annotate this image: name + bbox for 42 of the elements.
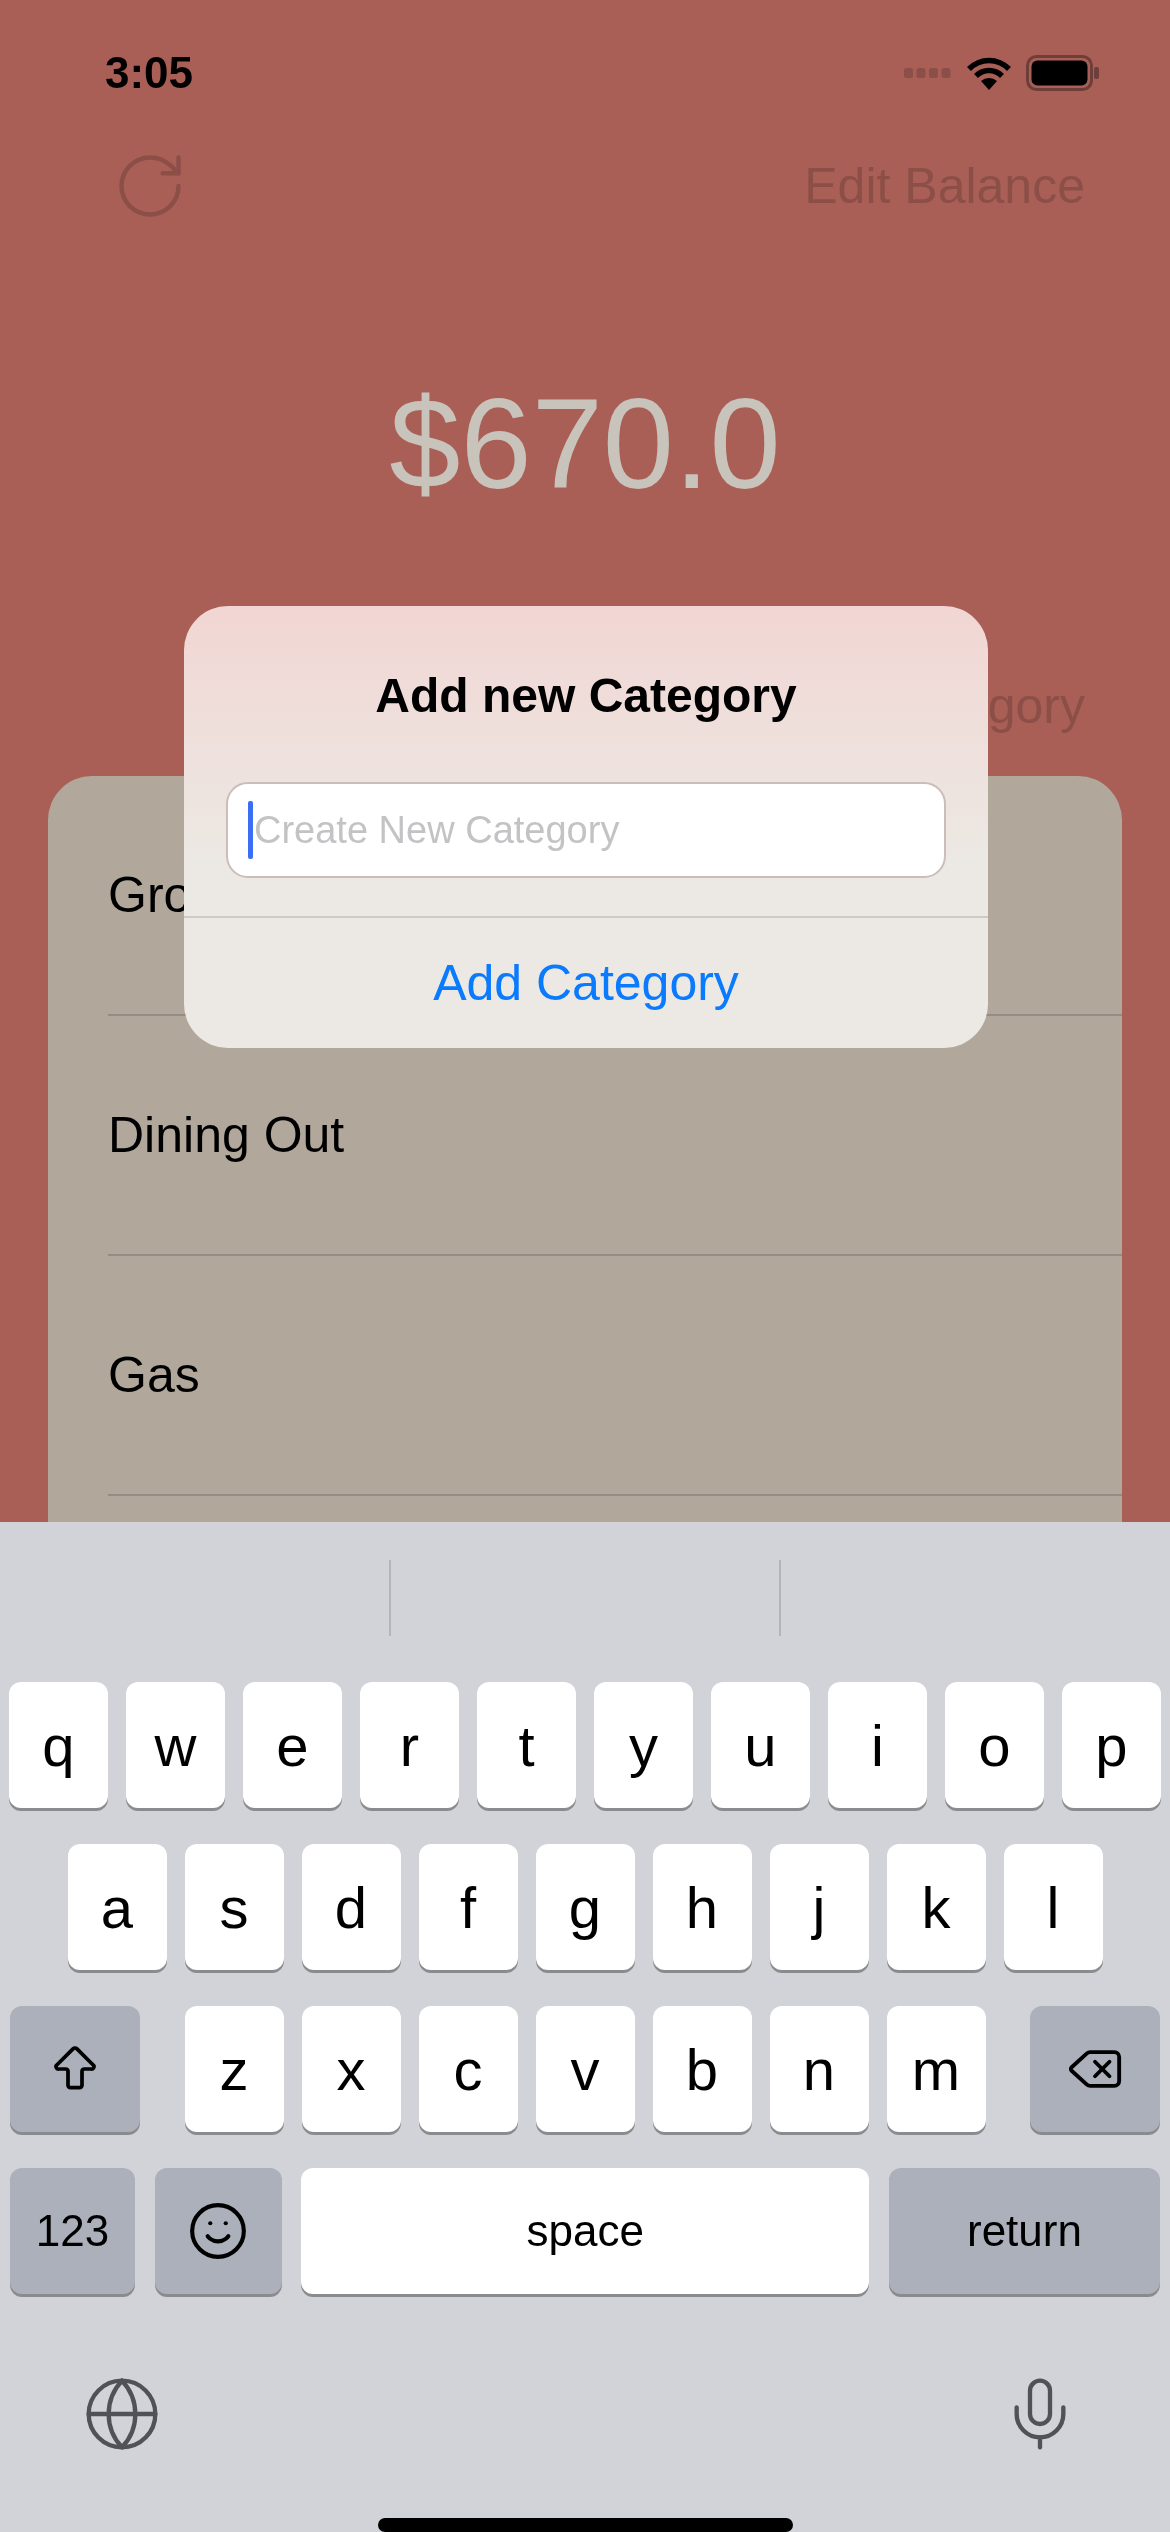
category-name[interactable]: Dining Out: [108, 1106, 345, 1164]
letter-key[interactable]: o: [945, 1682, 1044, 1808]
dialog-title: Add new Category: [375, 668, 797, 724]
letter-key[interactable]: s: [184, 1844, 284, 1970]
numbers-key[interactable]: 123: [10, 2168, 135, 2294]
letter-key[interactable]: k: [886, 1844, 986, 1970]
space-key[interactable]: space: [301, 2168, 870, 2294]
signal-dots-icon: [904, 67, 952, 79]
category-input-field[interactable]: Create New Category: [226, 782, 946, 878]
letter-key[interactable]: e: [243, 1682, 342, 1808]
balance-amount: $670.0: [388, 371, 782, 517]
letter-key[interactable]: w: [126, 1682, 225, 1808]
letter-key[interactable]: c: [418, 2006, 518, 2132]
letter-key[interactable]: q: [9, 1682, 108, 1808]
letter-key[interactable]: g: [535, 1844, 635, 1970]
emoji-key[interactable]: [154, 2168, 282, 2294]
letter-key[interactable]: r: [360, 1682, 459, 1808]
letter-key[interactable]: m: [886, 2006, 986, 2132]
status-time: 3:05: [105, 48, 194, 98]
letter-key[interactable]: p: [1062, 1682, 1161, 1808]
letter-key[interactable]: y: [594, 1682, 693, 1808]
letter-key[interactable]: u: [711, 1682, 810, 1808]
shift-key[interactable]: [10, 2006, 140, 2132]
letter-key[interactable]: n: [769, 2006, 869, 2132]
letter-key[interactable]: f: [418, 1844, 518, 1970]
battery-icon: [1026, 55, 1100, 91]
letter-key[interactable]: l: [1003, 1844, 1103, 1970]
return-key[interactable]: return: [888, 2168, 1160, 2294]
letter-key[interactable]: t: [477, 1682, 576, 1808]
letter-key[interactable]: j: [769, 1844, 869, 1970]
letter-key[interactable]: b: [652, 2006, 752, 2132]
letter-key[interactable]: i: [828, 1682, 927, 1808]
letter-key[interactable]: a: [67, 1844, 167, 1970]
letter-key[interactable]: z: [184, 2006, 284, 2132]
delete-key[interactable]: [1030, 2006, 1160, 2132]
wifi-icon: [966, 56, 1012, 90]
letter-key[interactable]: x: [301, 2006, 401, 2132]
category-name[interactable]: Gas: [108, 1346, 200, 1404]
letter-key[interactable]: d: [301, 1844, 401, 1970]
letter-key[interactable]: v: [535, 2006, 635, 2132]
letter-key[interactable]: h: [652, 1844, 752, 1970]
text-cursor: [248, 801, 253, 859]
